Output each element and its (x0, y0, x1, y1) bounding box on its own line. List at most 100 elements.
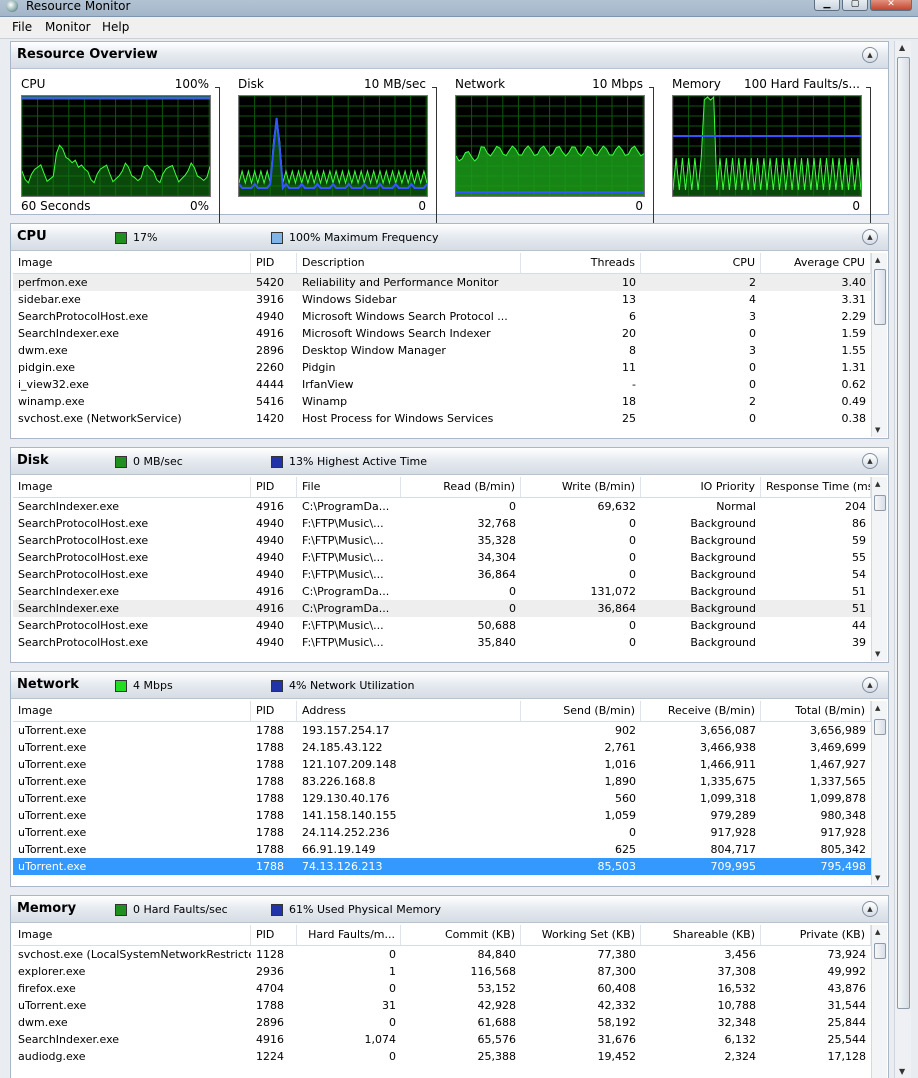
column-header[interactable]: Commit (KB) (401, 925, 521, 945)
table-cell: 3916 (256, 293, 284, 306)
table-row[interactable]: explorer.exe 2936 1 116,568 87,300 37,308 49,9… (13, 963, 871, 980)
memory-table-scrollbar[interactable]: ▲ (871, 925, 887, 1078)
column-header[interactable]: Average CPU (761, 253, 871, 273)
memory-header[interactable]: Memory 0 Hard Faults/sec 61% Used Physic… (11, 896, 888, 923)
column-header[interactable]: CPU (641, 253, 761, 273)
collapse-chevron-icon[interactable]: ▲ (862, 677, 878, 693)
scroll-down-arrow-icon[interactable]: ▼ (899, 1067, 905, 1076)
table-row[interactable]: SearchProtocolHost.exe 4940 F:\FTP\Music\.… (13, 515, 871, 532)
column-header[interactable]: Read (B/min) (401, 477, 521, 497)
table-cell: F:\FTP\Music\... (302, 517, 384, 530)
scroll-down-arrow-icon[interactable]: ▼ (875, 426, 880, 434)
resource-overview-header[interactable]: Resource Overview ▲ (11, 42, 888, 69)
collapse-chevron-icon[interactable]: ▲ (862, 901, 878, 917)
scroll-down-arrow-icon[interactable]: ▼ (875, 650, 880, 658)
menu-file[interactable]: File (12, 20, 32, 34)
table-row[interactable]: svchost.exe (NetworkService) 1420 Host Pro… (13, 410, 871, 427)
column-header[interactable]: Image (13, 925, 251, 945)
table-row[interactable]: uTorrent.exe 1788 193.157.254.17 902 3,656,0… (13, 722, 871, 739)
table-row[interactable]: uTorrent.exe 1788 24.185.43.122 2,761 3,466,… (13, 739, 871, 756)
table-row[interactable]: SearchProtocolHost.exe 4940 Microsoft Wind… (13, 308, 871, 325)
disk-table-scrollbar[interactable]: ▲ ▼ (871, 477, 887, 661)
scroll-up-arrow-icon[interactable]: ▲ (875, 928, 880, 936)
cpu-header[interactable]: CPU 17% 100% Maximum Frequency ▲ (11, 224, 888, 251)
table-row[interactable]: uTorrent.exe 1788 31 42,928 42,332 10,788 31,5… (13, 997, 871, 1014)
column-header[interactable]: Description (297, 253, 521, 273)
column-header[interactable]: File (297, 477, 401, 497)
table-row[interactable]: uTorrent.exe 1788 141.158.140.155 1,059 979,… (13, 807, 871, 824)
disk-table-scroll-thumb[interactable] (874, 495, 886, 511)
table-row[interactable]: SearchProtocolHost.exe 4940 F:\FTP\Music\.… (13, 617, 871, 634)
table-row[interactable]: SearchIndexer.exe 4916 C:\ProgramDa... 0 36,… (13, 600, 871, 617)
column-header[interactable]: Response Time (ms) (761, 477, 871, 497)
table-cell: Desktop Window Manager (302, 344, 446, 357)
column-header[interactable]: PID (251, 925, 297, 945)
column-header[interactable]: Hard Faults/m... (297, 925, 401, 945)
maximize-button[interactable]: ▢ (842, 0, 868, 11)
column-header[interactable]: Send (B/min) (521, 701, 641, 721)
column-header[interactable]: Image (13, 477, 251, 497)
graph-max-label: 100% (174, 77, 209, 91)
column-header[interactable]: Address (297, 701, 521, 721)
table-row[interactable]: uTorrent.exe 1788 24.114.252.236 0 917,928 91… (13, 824, 871, 841)
column-header[interactable]: Total (B/min) (761, 701, 871, 721)
column-header[interactable]: Image (13, 701, 251, 721)
table-row[interactable]: svchost.exe (LocalSystemNetworkRestricte… (13, 946, 871, 963)
table-row[interactable]: SearchIndexer.exe 4916 1,074 65,576 31,676 6,… (13, 1031, 871, 1048)
table-row[interactable]: uTorrent.exe 1788 83.226.168.8 1,890 1,335,6… (13, 773, 871, 790)
table-cell: 42,332 (597, 999, 637, 1012)
table-row[interactable]: uTorrent.exe 1788 74.13.126.213 85,503 709,9… (13, 858, 871, 875)
column-header[interactable]: Image (13, 253, 251, 273)
table-row[interactable]: perfmon.exe 5420 Reliability and Performan… (13, 274, 871, 291)
table-row[interactable]: pidgin.exe 2260 Pidgin 11 0 1.31 (13, 359, 871, 376)
column-header[interactable]: Private (KB) (761, 925, 871, 945)
column-header[interactable]: Shareable (KB) (641, 925, 761, 945)
scroll-up-arrow-icon[interactable]: ▲ (875, 480, 880, 488)
column-header[interactable]: Threads (521, 253, 641, 273)
table-row[interactable]: dwm.exe 2896 Desktop Window Manager 8 3 1.55 (13, 342, 871, 359)
network-table-scrollbar[interactable]: ▲ ▼ (871, 701, 887, 885)
table-row[interactable]: sidebar.exe 3916 Windows Sidebar 13 4 3.31 (13, 291, 871, 308)
table-row[interactable]: uTorrent.exe 1788 129.130.40.176 560 1,099,3… (13, 790, 871, 807)
collapse-chevron-icon[interactable]: ▲ (862, 453, 878, 469)
column-header[interactable]: Receive (B/min) (641, 701, 761, 721)
memory-table-scroll-thumb[interactable] (874, 943, 886, 959)
column-header[interactable]: Working Set (KB) (521, 925, 641, 945)
network-header[interactable]: Network 4 Mbps 4% Network Utilization ▲ (11, 672, 888, 699)
column-header[interactable]: PID (251, 701, 297, 721)
cpu-table-scroll-thumb[interactable] (874, 269, 886, 325)
table-row[interactable]: audiodg.exe 1224 0 25,388 19,452 2,324 17,128 (13, 1048, 871, 1065)
collapse-chevron-icon[interactable]: ▲ (862, 229, 878, 245)
main-scrollbar[interactable]: ▲ ▼ (894, 41, 911, 1078)
table-row[interactable]: SearchIndexer.exe 4916 Microsoft Windows S… (13, 325, 871, 342)
table-row[interactable]: SearchProtocolHost.exe 4940 F:\FTP\Music\.… (13, 549, 871, 566)
table-row[interactable]: SearchProtocolHost.exe 4940 F:\FTP\Music\.… (13, 532, 871, 549)
table-row[interactable]: SearchIndexer.exe 4916 C:\ProgramDa... 0 131… (13, 583, 871, 600)
scroll-up-arrow-icon[interactable]: ▲ (875, 256, 880, 264)
table-row[interactable]: SearchIndexer.exe 4916 C:\ProgramDa... 0 69,… (13, 498, 871, 515)
main-scrollbar-thumb[interactable] (897, 57, 910, 1009)
scroll-down-arrow-icon[interactable]: ▼ (875, 874, 880, 882)
column-header[interactable]: PID (251, 477, 297, 497)
column-header[interactable]: IO Priority (641, 477, 761, 497)
table-row[interactable]: dwm.exe 2896 0 61,688 58,192 32,348 25,844 (13, 1014, 871, 1031)
menu-help[interactable]: Help (102, 20, 129, 34)
table-row[interactable]: SearchProtocolHost.exe 4940 F:\FTP\Music\.… (13, 634, 871, 651)
table-row[interactable]: i_view32.exe 4444 IrfanView - 0 0.62 (13, 376, 871, 393)
scroll-up-arrow-icon[interactable]: ▲ (899, 43, 905, 52)
scroll-up-arrow-icon[interactable]: ▲ (875, 704, 880, 712)
collapse-chevron-icon[interactable]: ▲ (862, 47, 878, 63)
menu-monitor[interactable]: Monitor (45, 20, 91, 34)
cpu-table-scrollbar[interactable]: ▲ ▼ (871, 253, 887, 437)
table-row[interactable]: firefox.exe 4704 0 53,152 60,408 16,532 43,876 (13, 980, 871, 997)
table-row[interactable]: uTorrent.exe 1788 66.91.19.149 625 804,717 80… (13, 841, 871, 858)
network-table-scroll-thumb[interactable] (874, 719, 886, 735)
close-button[interactable]: ✕ (870, 0, 912, 11)
minimize-button[interactable]: ▁ (814, 0, 840, 11)
column-header[interactable]: Write (B/min) (521, 477, 641, 497)
table-row[interactable]: SearchProtocolHost.exe 4940 F:\FTP\Music\.… (13, 566, 871, 583)
table-row[interactable]: uTorrent.exe 1788 121.107.209.148 1,016 1,46… (13, 756, 871, 773)
disk-header[interactable]: Disk 0 MB/sec 13% Highest Active Time ▲ (11, 448, 888, 475)
column-header[interactable]: PID (251, 253, 297, 273)
table-row[interactable]: winamp.exe 5416 Winamp 18 2 0.49 (13, 393, 871, 410)
